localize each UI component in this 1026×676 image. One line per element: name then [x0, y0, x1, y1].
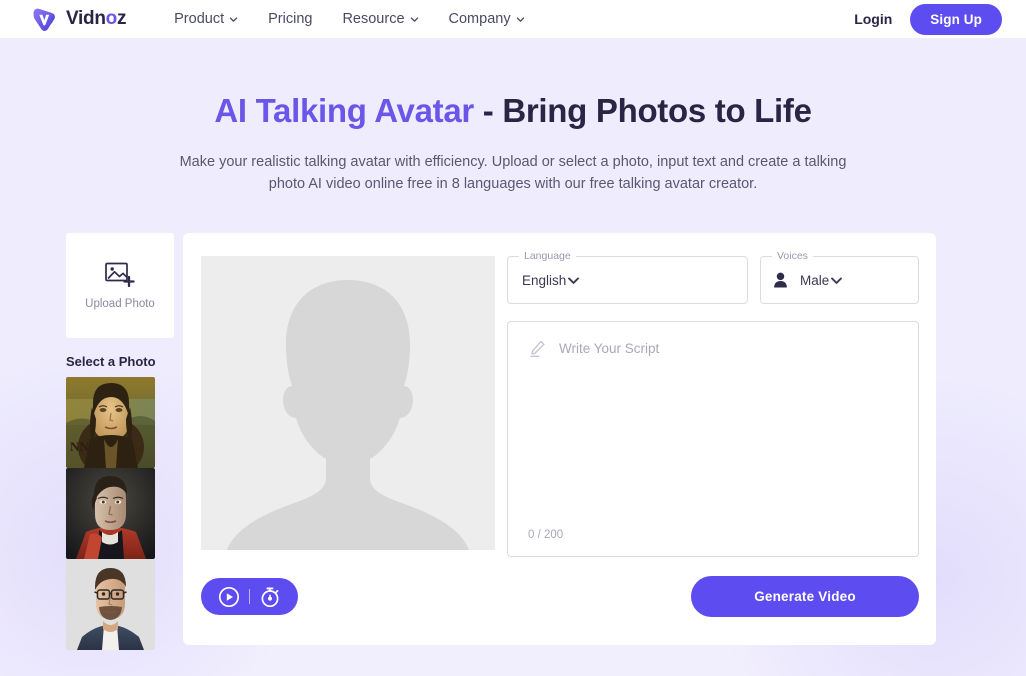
page-title: AI Talking Avatar - Bring Photos to Life [0, 92, 1026, 130]
avatar-editor-card: Language English Voices Male Write Your … [183, 233, 936, 645]
image-plus-icon [105, 262, 135, 288]
avatar-preview[interactable] [201, 256, 495, 550]
signup-button[interactable]: Sign Up [910, 3, 1002, 35]
page-subtitle: Make your realistic talking avatar with … [179, 154, 847, 192]
upload-photo-button[interactable]: Upload Photo [66, 233, 174, 338]
page-title-rest: - Bring Photos to Life [473, 92, 812, 129]
preview-controls [201, 578, 298, 615]
select-photo-heading: Select a Photo [66, 354, 156, 369]
chevron-down-icon [229, 15, 238, 24]
nav-item-label: Company [448, 11, 511, 27]
upload-photo-label: Upload Photo [85, 297, 155, 310]
language-select[interactable]: Language English [507, 250, 748, 304]
page-title-accent: AI Talking Avatar [214, 92, 474, 129]
photo-thumbnail-mona-lisa[interactable]: NN [66, 377, 155, 468]
voices-select[interactable]: Voices Male [760, 250, 919, 304]
script-placeholder-text: Write Your Script [559, 341, 660, 356]
photo-rail: Upload Photo Select a Photo NN [66, 233, 174, 657]
voices-label: Voices [772, 250, 813, 263]
main-nav: Product Pricing Resource Company [174, 11, 524, 27]
generate-video-button[interactable]: Generate Video [691, 576, 919, 617]
stopwatch-icon[interactable] [259, 586, 281, 608]
photo-thumbnail-napoleon[interactable] [66, 468, 155, 559]
pencil-icon [528, 339, 547, 358]
thumbnail-scrollbar-track[interactable] [170, 377, 174, 655]
nav-item-label: Resource [342, 11, 405, 27]
photo-thumbnail-man-with-glasses[interactable] [66, 559, 155, 650]
character-counter: 0 / 200 [528, 529, 564, 541]
nav-item-resource[interactable]: Resource [342, 11, 418, 27]
script-placeholder: Write Your Script [528, 339, 659, 358]
header-actions: Login Sign Up [854, 3, 1002, 35]
chevron-down-icon [516, 15, 525, 24]
script-textarea[interactable]: Write Your Script 0 / 200 [507, 321, 919, 557]
nav-item-company[interactable]: Company [449, 11, 525, 27]
editor-right-column: Language English Voices Male Write Your … [507, 250, 919, 557]
language-value: English [522, 272, 567, 288]
controls-divider [249, 589, 250, 604]
nav-item-pricing[interactable]: Pricing [268, 11, 312, 27]
voices-value: Male [800, 272, 830, 288]
nav-item-label: Product [174, 11, 225, 27]
photo-thumbnail-list[interactable]: NN [66, 377, 174, 657]
chevron-down-icon [410, 15, 419, 24]
login-link[interactable]: Login [854, 11, 892, 27]
logo[interactable]: Vidnoz [30, 5, 126, 33]
person-icon [773, 272, 800, 288]
logo-text: Vidnoz [66, 8, 127, 29]
select-row: Language English Voices Male [507, 250, 919, 304]
nav-item-product[interactable]: Product [174, 11, 238, 27]
chevron-down-icon [566, 273, 581, 288]
person-silhouette-placeholder [201, 256, 495, 550]
vidnoz-logo-icon [30, 5, 58, 33]
svg-text:NN: NN [70, 439, 89, 454]
nav-item-label: Pricing [268, 11, 313, 27]
language-label: Language [519, 250, 576, 263]
site-header: Vidnoz Product Pricing Resource Company [0, 0, 1026, 38]
page-root: Vidnoz Product Pricing Resource Company [0, 0, 1026, 676]
play-circle-icon[interactable] [218, 586, 240, 608]
chevron-down-icon [829, 273, 844, 288]
